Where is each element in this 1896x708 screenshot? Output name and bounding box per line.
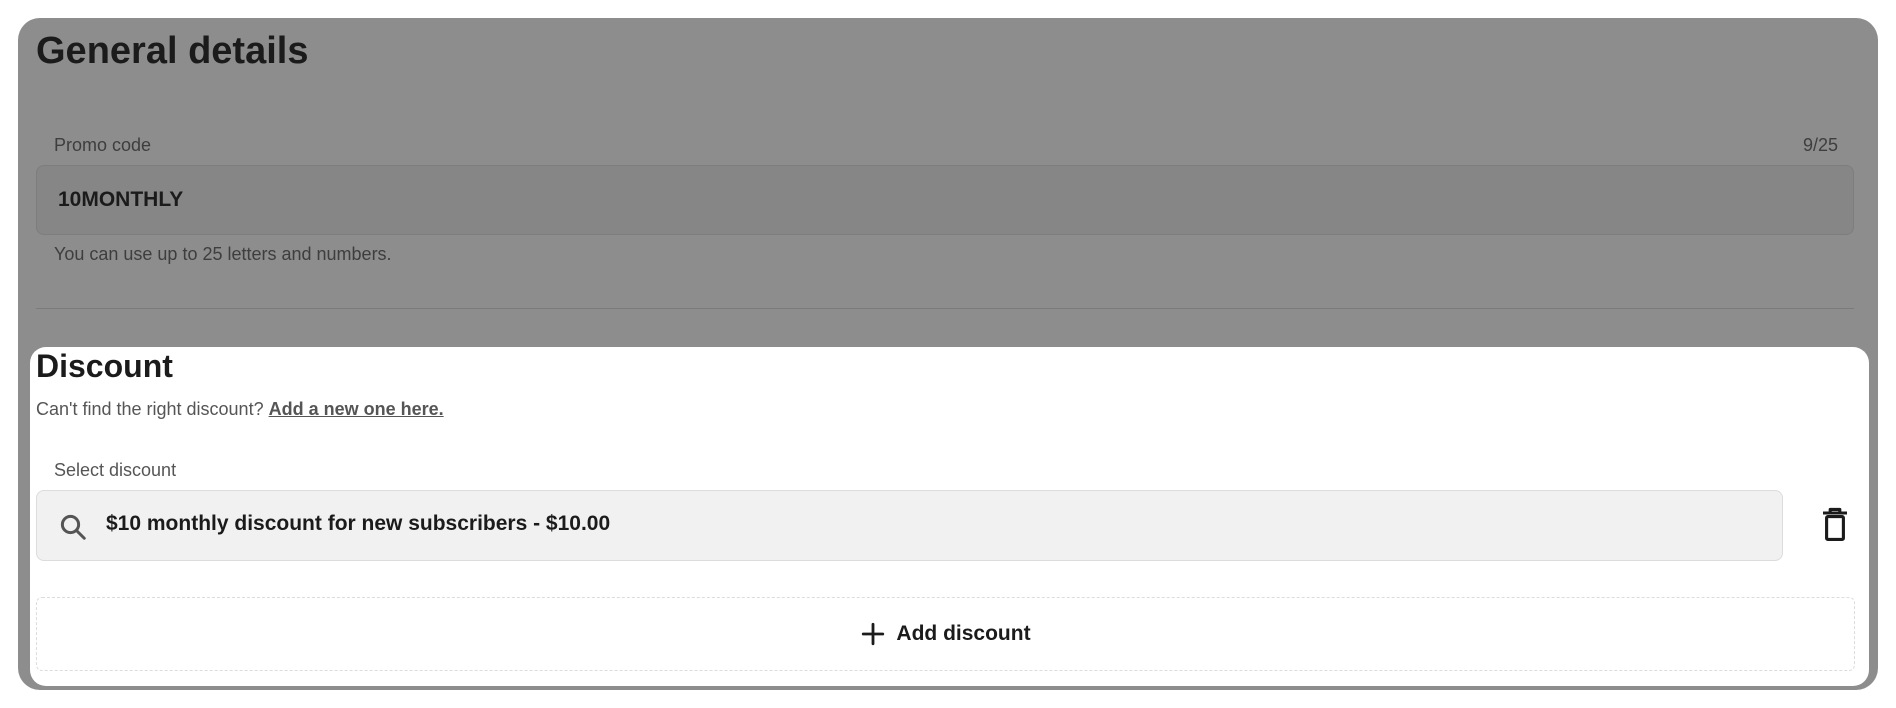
select-discount-label: Select discount (54, 460, 177, 480)
discount-section: Discount Can't find the right discount? … (30, 347, 1869, 686)
section-title-discount: Discount (36, 348, 173, 384)
add-new-discount-link[interactable]: Add a new one here. (269, 399, 444, 419)
promo-code-label: Promo code (54, 135, 152, 155)
trash-icon (1823, 507, 1847, 541)
section-divider (36, 308, 1854, 309)
promo-code-input[interactable] (36, 165, 1854, 235)
selected-discount-value: $10 monthly discount for new subscribers… (106, 512, 611, 535)
discount-helper: Can't find the right discount? Add a new… (36, 399, 444, 420)
discount-helper-text: Can't find the right discount? (36, 399, 264, 419)
plus-icon (862, 622, 885, 646)
promo-code-helper: You can use up to 25 letters and numbers… (54, 244, 392, 264)
promo-code-counter: 9/25 (1802, 135, 1838, 155)
add-discount-button[interactable]: Add discount (36, 597, 1855, 671)
form-card: General details Promo code 9/25 You can … (18, 18, 1878, 690)
delete-discount-button[interactable] (1820, 507, 1850, 543)
add-discount-label: Add discount (896, 622, 1031, 645)
section-title-general: General details (36, 30, 309, 72)
discount-select-field[interactable]: $10 monthly discount for new subscribers… (36, 490, 1783, 561)
search-icon (60, 514, 86, 540)
